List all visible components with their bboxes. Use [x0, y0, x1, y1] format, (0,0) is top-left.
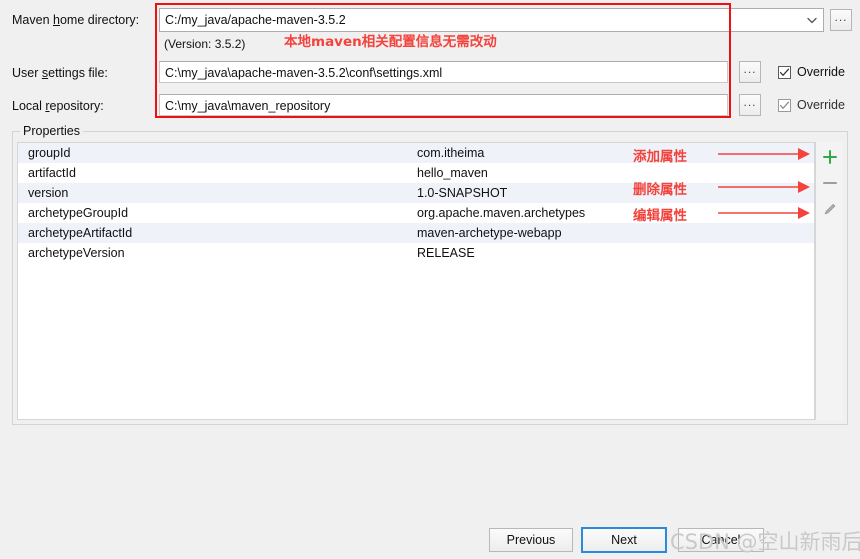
user-settings-browse-button[interactable]: ...	[739, 61, 761, 83]
properties-table[interactable]: groupId com.itheima artifactId hello_mavenv…	[17, 142, 815, 420]
pencil-icon	[824, 203, 836, 215]
local-repository-browse-button[interactable]: ...	[739, 94, 761, 116]
minus-icon	[823, 182, 837, 184]
local-repository-label: Local repository:	[12, 99, 104, 113]
annotation-add-property: 添加属性	[633, 149, 687, 165]
local-repository-override-label: Override	[797, 98, 845, 112]
edit-property-button[interactable]	[816, 197, 844, 221]
properties-toolbar	[815, 142, 843, 420]
next-button[interactable]: Next	[581, 527, 667, 553]
user-settings-override-label: Override	[797, 65, 845, 79]
local-repository-override-checkbox[interactable]: Override	[778, 98, 845, 112]
cancel-button[interactable]: Cancel	[678, 528, 764, 552]
local-repository-input[interactable]: C:\my_java\maven_repository	[159, 94, 728, 116]
property-value: com.itheima	[417, 146, 485, 160]
table-row[interactable]: groupId com.itheima	[18, 143, 814, 163]
annotation-remove-property: 删除属性	[633, 182, 687, 198]
maven-home-directory-value[interactable]: C:/my_java/apache-maven-3.5.2	[160, 9, 801, 31]
cancel-button-label: Cancel	[701, 533, 741, 547]
maven-home-directory-combo[interactable]: C:/my_java/apache-maven-3.5.2	[159, 8, 824, 32]
maven-settings-form: Maven home directory: C:/my_java/apache-…	[0, 0, 860, 120]
maven-project-wizard-dialog: Maven home directory: C:/my_java/apache-…	[0, 0, 860, 559]
table-row[interactable]: archetypeArtifactId maven-archetype-webap…	[18, 223, 814, 243]
checkbox-checked-icon[interactable]	[778, 98, 791, 112]
property-value: org.apache.maven.archetypes	[417, 206, 586, 220]
table-row[interactable]: archetypeGroupId org.apache.maven.archety…	[18, 203, 814, 223]
property-key: version	[28, 186, 69, 200]
previous-button[interactable]: Previous	[489, 528, 573, 552]
table-row[interactable]: archetypeVersion RELEASE	[18, 243, 814, 263]
user-settings-override-checkbox[interactable]: Override	[778, 65, 845, 79]
property-key: groupId	[28, 146, 71, 160]
plus-icon	[823, 150, 837, 164]
user-settings-file-input[interactable]: C:\my_java\apache-maven-3.5.2\conf\setti…	[159, 61, 728, 83]
table-row[interactable]: version 1.0-SNAPSHOT	[18, 183, 814, 203]
mnemonic-h: h	[53, 13, 60, 27]
properties-group-title: Properties	[20, 124, 83, 138]
maven-version-note: (Version: 3.5.2)	[164, 37, 246, 51]
annotation-config-note: 本地maven相关配置信息无需改动	[284, 34, 497, 50]
property-value: maven-archetype-webapp	[417, 226, 562, 240]
maven-home-browse-button[interactable]: ...	[830, 9, 852, 31]
annotation-edit-property: 编辑属性	[633, 208, 687, 224]
property-value: RELEASE	[417, 246, 475, 260]
previous-button-label: Previous	[506, 533, 556, 547]
maven-home-directory-label: Maven home directory:	[12, 13, 140, 27]
property-key: archetypeVersion	[28, 246, 125, 260]
property-value: 1.0-SNAPSHOT	[417, 186, 508, 200]
remove-property-button[interactable]	[816, 171, 844, 195]
chevron-down-icon[interactable]	[801, 9, 823, 31]
add-property-button[interactable]	[816, 145, 844, 169]
property-key: archetypeGroupId	[28, 206, 129, 220]
checkbox-checked-icon[interactable]	[778, 65, 791, 79]
property-value: hello_maven	[417, 166, 488, 180]
table-row[interactable]: artifactId hello_maven	[18, 163, 814, 183]
property-key: artifactId	[28, 166, 76, 180]
user-settings-file-label: User settings file:	[12, 66, 108, 80]
next-button-label: Next	[611, 533, 637, 547]
property-key: archetypeArtifactId	[28, 226, 133, 240]
